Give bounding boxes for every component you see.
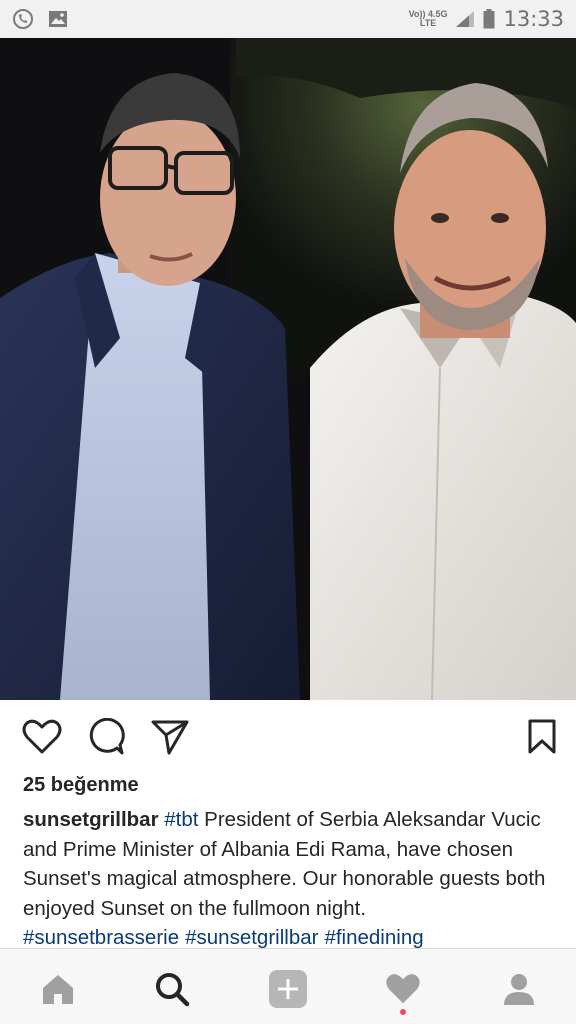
activity-icon[interactable]	[381, 967, 425, 1011]
signal-icon	[455, 10, 475, 28]
status-bar: Vo)) 4.5G LTE 13:33	[0, 0, 576, 38]
hashtag-link[interactable]: #sunsetbrasserie	[23, 926, 179, 949]
comment-icon[interactable]	[86, 717, 126, 757]
clock: 13:33	[503, 7, 564, 31]
like-icon[interactable]	[22, 717, 62, 757]
profile-icon[interactable]	[497, 967, 541, 1011]
home-icon[interactable]	[36, 967, 80, 1011]
activity-notification-dot	[400, 1009, 406, 1015]
whatsapp-icon	[12, 8, 34, 30]
caption-username[interactable]: sunsetgrillbar	[23, 808, 159, 831]
network-indicator: Vo)) 4.5G LTE	[408, 9, 448, 28]
hashtag-link[interactable]: #sunsetgrillbar	[185, 926, 318, 949]
post-photo[interactable]	[0, 38, 576, 700]
save-icon[interactable]	[522, 717, 562, 757]
hashtag-link[interactable]: #finedining	[324, 926, 423, 949]
search-icon[interactable]	[150, 967, 194, 1011]
like-count[interactable]: 25 beğenme	[23, 774, 139, 797]
bottom-navigation	[0, 948, 576, 1024]
post-caption: sunsetgrillbar #tbt President of Serbia …	[23, 805, 558, 953]
battery-icon	[483, 9, 495, 29]
add-icon[interactable]	[266, 967, 310, 1011]
post-actions	[0, 700, 576, 772]
hashtag-link[interactable]: #tbt	[164, 808, 198, 831]
gallery-icon	[48, 10, 68, 28]
share-icon[interactable]	[150, 717, 190, 757]
